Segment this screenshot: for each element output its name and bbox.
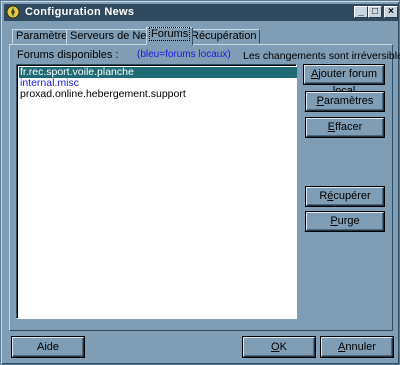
- forums-available-label: Forums disponibles :: [17, 49, 119, 61]
- list-item[interactable]: proxad.online.hebergement.support: [19, 89, 187, 100]
- tab-label: Forums: [148, 27, 191, 41]
- button-label: Aide: [36, 341, 60, 353]
- close-icon: ×: [388, 6, 394, 17]
- button-label: cupérer: [333, 190, 371, 202]
- app-logo-icon: [6, 5, 20, 19]
- parameters-button[interactable]: Paramètres: [306, 92, 384, 111]
- config-news-window: Configuration News _ □ × Paramètres Serv…: [0, 0, 400, 365]
- tab-label: Paramètres: [16, 30, 73, 42]
- tab-label: Récupération: [191, 30, 257, 42]
- help-button[interactable]: Aide: [12, 337, 84, 357]
- title-bar[interactable]: Configuration News _ □ ×: [4, 4, 398, 21]
- window-title: Configuration News: [25, 6, 135, 18]
- tab-recuperation[interactable]: Récupération: [187, 29, 261, 44]
- recover-button[interactable]: Récupérer: [306, 187, 384, 206]
- add-local-forum-button[interactable]: Ajouter forum local: [304, 65, 384, 97]
- button-label: ffacer: [335, 121, 363, 133]
- ok-button[interactable]: OK: [243, 337, 315, 357]
- button-label: aramètres: [323, 95, 374, 107]
- close-button[interactable]: ×: [384, 6, 398, 18]
- button-label: K: [279, 341, 287, 353]
- cancel-button[interactable]: Annuler: [321, 337, 393, 357]
- minimize-icon: _: [358, 6, 364, 17]
- local-forums-legend: (bleu=forums locaux): [137, 49, 231, 60]
- button-label: nnuler: [345, 341, 376, 353]
- maximize-button[interactable]: □: [368, 6, 382, 18]
- accel-key: P: [316, 95, 324, 107]
- delete-button[interactable]: Effacer: [306, 118, 384, 137]
- minimize-button[interactable]: _: [354, 6, 368, 18]
- irreversible-warning: Les changements sont irréversibles !: [243, 50, 400, 62]
- tab-forums[interactable]: Forums: [146, 27, 194, 45]
- accel-key: P: [330, 215, 338, 227]
- purge-button[interactable]: Purge: [306, 212, 384, 231]
- forums-list[interactable]: fr.rec.sport.voile.planche internal.misc…: [16, 64, 297, 319]
- button-label: urge: [337, 215, 360, 227]
- accel-key: E: [327, 121, 336, 133]
- accel-key: O: [271, 341, 280, 353]
- maximize-icon: □: [371, 6, 379, 17]
